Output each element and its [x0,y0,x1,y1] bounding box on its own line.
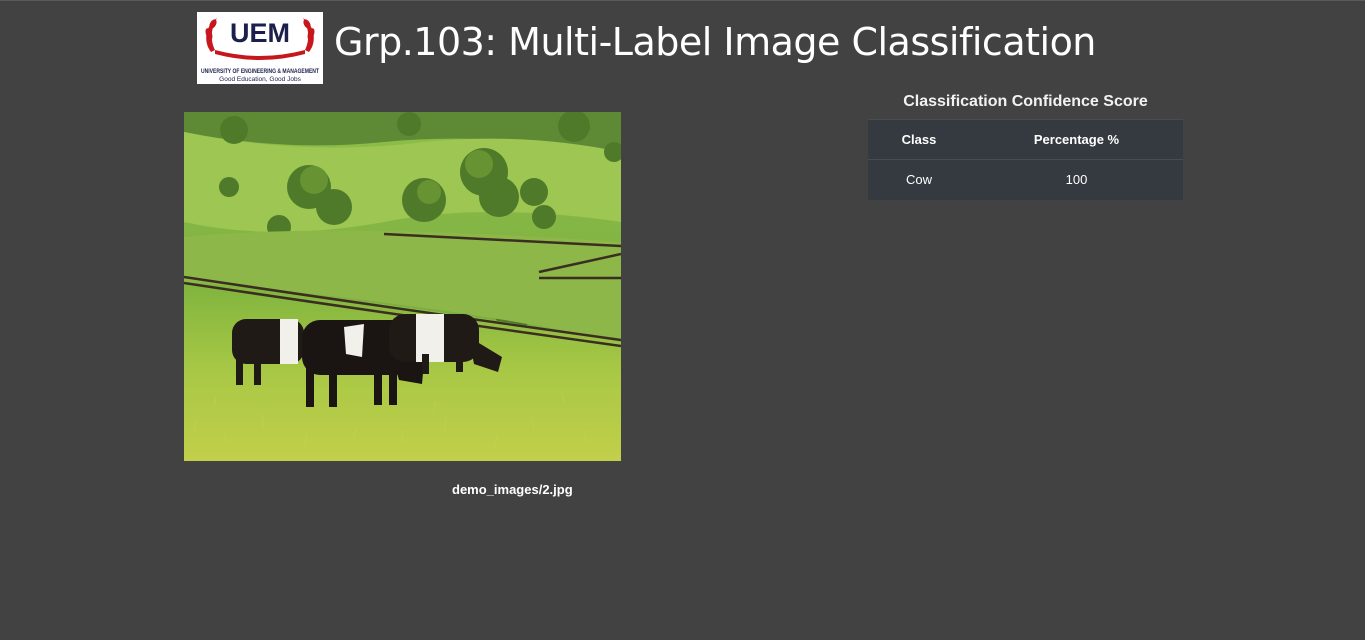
uem-logo: UEM স্বপ্নের সফল রূপকার UNIVERSITY OF EN… [197,12,323,84]
column-header-class: Class [868,119,970,160]
percentage-cell: 100 [970,159,1183,200]
class-cell: Cow [868,159,970,200]
logo-tagline: স্বপ্নের সফল রূপকার [237,49,283,55]
results-title: Classification Confidence Score [903,93,1148,110]
top-border [0,0,1365,1]
results-table: Class Percentage % Cow 100 [868,119,1183,200]
classified-image [184,112,621,461]
page-title: Grp.103: Multi-Label Image Classificatio… [334,20,1096,64]
image-caption: demo_images/2.jpg [452,482,573,497]
column-header-percentage: Percentage % [970,119,1183,160]
logo-university: UNIVERSITY OF ENGINEERING & MANAGEMENT [201,68,319,75]
table-row: Cow 100 [868,159,1183,200]
logo-motto: Good Education, Good Jobs [219,76,301,83]
logo-text: UEM [230,18,290,48]
table-header-row: Class Percentage % [868,119,1183,160]
